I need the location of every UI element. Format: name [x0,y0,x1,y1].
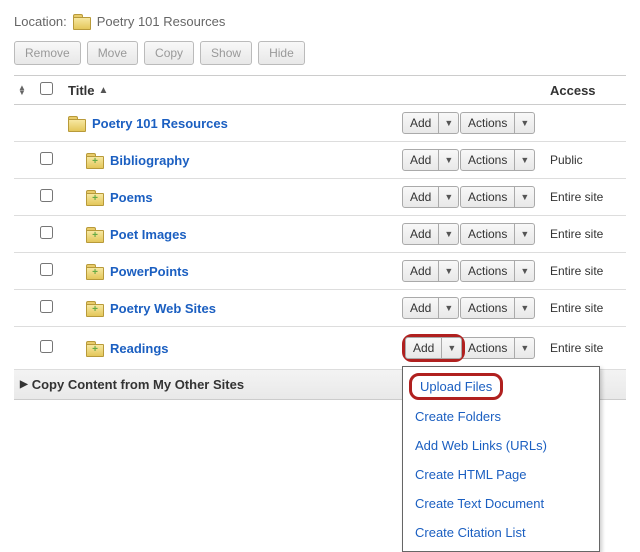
access-label: Entire site [550,264,622,278]
col-title[interactable]: Title [68,83,95,98]
actions-dropdown[interactable]: Actions▼ [460,297,535,319]
copy-content-label: Copy Content from My Other Sites [32,377,244,392]
table-row: + Poet Images Add▼Actions▼ Entire site [14,216,626,253]
location-label: Location: [14,14,67,29]
access-label: Entire site [550,190,622,204]
add-menu-item[interactable]: Create HTML Page [403,460,599,489]
add-dropdown[interactable]: Add▼ [402,149,459,171]
folder-plus-icon: + [86,227,104,242]
resource-link[interactable]: Bibliography [110,153,189,168]
folder-icon [68,116,86,131]
add-dropdown[interactable]: Add▼ [402,186,459,208]
table-row: + PowerPoints Add▼Actions▼ Entire site [14,253,626,290]
actions-dropdown[interactable]: Actions▼ [460,186,535,208]
row-checkbox[interactable] [40,340,53,353]
folder-plus-icon: + [86,301,104,316]
show-button[interactable]: Show [200,41,252,65]
add-menu-item[interactable]: Create Text Document [403,489,599,518]
access-label: Entire site [550,227,622,241]
resource-link[interactable]: Poetry 101 Resources [92,116,228,131]
add-dropdown[interactable]: Add▼ [402,223,459,245]
add-menu-item[interactable]: Create Citation List [403,518,599,547]
row-checkbox[interactable] [40,189,53,202]
sort-toggle[interactable]: ▲▼ [18,85,40,95]
actions-dropdown[interactable]: Actions▼ [460,223,535,245]
access-label: Public [550,153,622,167]
folder-plus-icon: + [86,153,104,168]
toolbar: Remove Move Copy Show Hide [14,41,626,65]
access-label: Entire site [550,341,622,355]
add-menu: Upload Files Create FoldersAdd Web Links … [402,366,600,552]
table-row: +ReadingsAdd▼Upload FilesCreate FoldersA… [14,327,626,370]
hide-button[interactable]: Hide [258,41,305,65]
actions-dropdown[interactable]: Actions▼ [460,149,535,171]
resource-link[interactable]: PowerPoints [110,264,189,279]
add-dropdown[interactable]: Add▼ [402,297,459,319]
resource-table: ▲▼ Title ▲ Access Poetry 101 Resources Ad… [14,75,626,400]
add-menu-item[interactable]: Add Web Links (URLs) [403,431,599,460]
add-dropdown[interactable]: Add▼ [405,337,462,359]
resource-link[interactable]: Poet Images [110,227,187,242]
access-label: Entire site [550,301,622,315]
resource-link[interactable]: Poetry Web Sites [110,301,216,316]
copy-button[interactable]: Copy [144,41,194,65]
location-name: Poetry 101 Resources [97,14,226,29]
location-bar: Location: Poetry 101 Resources [14,14,626,29]
select-all-checkbox[interactable] [40,82,53,95]
folder-icon [73,14,91,29]
row-checkbox[interactable] [40,263,53,276]
add-dropdown[interactable]: Add▼ [402,260,459,282]
folder-plus-icon: + [86,190,104,205]
folder-plus-icon: + [86,341,104,356]
row-checkbox[interactable] [40,152,53,165]
table-row: + Poetry Web Sites Add▼Actions▼ Entire site [14,290,626,327]
actions-dropdown[interactable]: Actions▼ [460,337,535,359]
resource-link[interactable]: Poems [110,190,153,205]
table-row: + Poems Add▼Actions▼ Entire site [14,179,626,216]
table-header: ▲▼ Title ▲ Access [14,76,626,105]
row-checkbox[interactable] [40,226,53,239]
add-dropdown[interactable]: Add▼ [402,112,459,134]
expand-icon: ▶ [20,379,28,390]
add-menu-item[interactable]: Upload Files [420,379,492,394]
actions-dropdown[interactable]: Actions▼ [460,112,535,134]
move-button[interactable]: Move [87,41,138,65]
table-row: + Bibliography Add▼Actions▼ Public [14,142,626,179]
add-menu-item[interactable]: Create Folders [403,402,599,431]
col-access: Access [550,83,622,98]
sort-asc-icon: ▲ [99,85,109,96]
remove-button[interactable]: Remove [14,41,81,65]
table-row: Poetry 101 Resources Add▼Actions▼ [14,105,626,142]
actions-dropdown[interactable]: Actions▼ [460,260,535,282]
row-checkbox[interactable] [40,300,53,313]
resource-link[interactable]: Readings [110,341,169,356]
folder-plus-icon: + [86,264,104,279]
